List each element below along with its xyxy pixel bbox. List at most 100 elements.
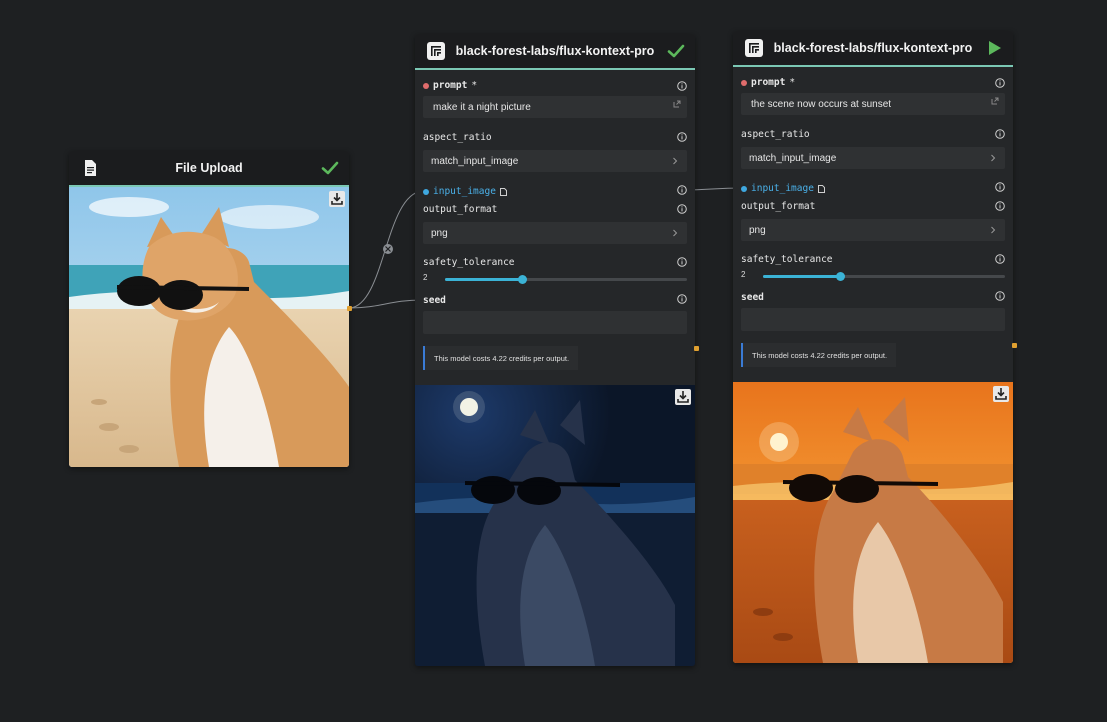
info-icon[interactable] bbox=[995, 78, 1005, 88]
info-icon[interactable] bbox=[677, 257, 687, 267]
play-icon[interactable] bbox=[985, 39, 1003, 57]
info-icon[interactable] bbox=[995, 291, 1005, 301]
file-icon bbox=[817, 184, 825, 193]
workflow-canvas[interactable]: File Upload black-forest-labs/flux-konte… bbox=[0, 0, 1107, 722]
slider-track[interactable] bbox=[763, 272, 1005, 281]
required-mark: * bbox=[471, 80, 478, 91]
slider-thumb[interactable] bbox=[836, 272, 846, 281]
replicate-logo-icon bbox=[427, 42, 445, 60]
aspect-ratio-label: aspect_ratio bbox=[741, 129, 810, 140]
prompt-label: prompt * bbox=[741, 77, 795, 88]
seed-input[interactable] bbox=[423, 311, 687, 334]
node-title: black-forest-labs/flux-kontext-pro bbox=[773, 41, 973, 55]
info-icon[interactable] bbox=[677, 132, 687, 142]
file-upload-output-port[interactable] bbox=[347, 306, 352, 311]
cat-beach-image bbox=[69, 187, 349, 467]
info-icon[interactable] bbox=[677, 294, 687, 304]
flux-node-1-header[interactable]: black-forest-labs/flux-kontext-pro bbox=[415, 34, 695, 70]
input-port-dot[interactable] bbox=[423, 188, 429, 195]
remove-connection-icon[interactable] bbox=[383, 244, 393, 254]
slider-track[interactable] bbox=[445, 275, 687, 284]
download-button[interactable] bbox=[329, 191, 345, 207]
seed-label-text: seed bbox=[741, 292, 764, 303]
output-format-select[interactable]: png bbox=[741, 219, 1005, 241]
required-dot bbox=[423, 82, 429, 89]
cost-note-text: This model costs 4.22 credits per output… bbox=[752, 350, 888, 360]
input-image-label-text: input_image bbox=[433, 186, 496, 197]
prompt-label: prompt * bbox=[423, 80, 477, 91]
output-format-label: output_format bbox=[423, 204, 497, 215]
node-title: black-forest-labs/flux-kontext-pro bbox=[455, 44, 655, 58]
cost-note: This model costs 4.22 credits per output… bbox=[423, 346, 579, 370]
aspect-ratio-select[interactable]: match_input_image bbox=[423, 150, 687, 172]
safety-tolerance-slider[interactable]: 2 bbox=[741, 270, 1005, 282]
output-format-label: output_format bbox=[741, 201, 815, 212]
flux-node-1[interactable]: black-forest-labs/flux-kontext-pro promp… bbox=[415, 34, 695, 666]
output-format-value: png bbox=[749, 224, 766, 236]
flux-node-2-output-port[interactable] bbox=[1012, 343, 1017, 348]
node-title: File Upload bbox=[175, 161, 243, 175]
flux-node-1-output-port[interactable] bbox=[694, 346, 699, 351]
prompt-input[interactable]: make it a night picture bbox=[423, 96, 687, 118]
expand-icon[interactable] bbox=[991, 97, 999, 105]
download-button[interactable] bbox=[993, 386, 1009, 402]
download-icon bbox=[995, 388, 1007, 400]
aspect-ratio-value: match_input_image bbox=[431, 155, 519, 167]
check-icon bbox=[321, 161, 339, 175]
info-icon[interactable] bbox=[995, 129, 1005, 139]
aspect-ratio-label-text: aspect_ratio bbox=[741, 129, 810, 140]
required-mark: * bbox=[789, 77, 796, 88]
cat-sunset-image bbox=[733, 382, 1013, 663]
flux-node-2-header[interactable]: black-forest-labs/flux-kontext-pro bbox=[733, 31, 1013, 67]
info-icon[interactable] bbox=[677, 204, 687, 214]
seed-label: seed bbox=[741, 292, 764, 303]
required-dot bbox=[741, 79, 747, 86]
chevron-right-icon bbox=[673, 157, 678, 165]
safety-tolerance-label: safety_tolerance bbox=[741, 254, 833, 265]
output-format-value: png bbox=[431, 227, 448, 239]
slider-value: 2 bbox=[423, 273, 428, 282]
info-icon[interactable] bbox=[995, 254, 1005, 264]
file-upload-header[interactable]: File Upload bbox=[69, 151, 349, 187]
slider-value: 2 bbox=[741, 270, 746, 279]
download-icon bbox=[677, 391, 689, 403]
slider-thumb[interactable] bbox=[518, 275, 528, 284]
replicate-logo-icon bbox=[745, 39, 763, 57]
download-button[interactable] bbox=[675, 389, 691, 405]
input-port-dot[interactable] bbox=[741, 185, 747, 192]
cost-note: This model costs 4.22 credits per output… bbox=[741, 343, 897, 367]
aspect-ratio-select[interactable]: match_input_image bbox=[741, 147, 1005, 169]
prompt-input[interactable]: the scene now occurs at sunset bbox=[741, 93, 1005, 115]
input-image-label-text: input_image bbox=[751, 183, 814, 194]
output-format-select[interactable]: png bbox=[423, 222, 687, 244]
slider-fill bbox=[445, 278, 523, 281]
input-image-label: input_image bbox=[423, 186, 507, 197]
input-image-label: input_image bbox=[741, 183, 825, 194]
seed-label: seed bbox=[423, 295, 446, 306]
flux-node-2[interactable]: black-forest-labs/flux-kontext-pro promp… bbox=[733, 31, 1013, 663]
expand-icon[interactable] bbox=[673, 100, 681, 108]
safety-tolerance-label-text: safety_tolerance bbox=[741, 254, 833, 265]
info-icon[interactable] bbox=[995, 182, 1005, 192]
cat-night-image bbox=[415, 385, 695, 666]
info-icon[interactable] bbox=[677, 81, 687, 91]
aspect-ratio-value: match_input_image bbox=[749, 152, 837, 164]
prompt-label-text: prompt bbox=[751, 77, 786, 88]
seed-label-text: seed bbox=[423, 295, 446, 306]
output-format-label-text: output_format bbox=[741, 201, 816, 212]
file-icon bbox=[499, 187, 507, 196]
chevron-right-icon bbox=[673, 229, 678, 237]
wire-upload-to-seed bbox=[349, 299, 423, 309]
safety-tolerance-slider[interactable]: 2 bbox=[423, 273, 687, 285]
download-icon bbox=[331, 193, 343, 205]
check-icon bbox=[667, 44, 685, 58]
output-format-label-text: output_format bbox=[423, 204, 498, 215]
file-upload-node[interactable]: File Upload bbox=[69, 151, 349, 467]
cost-note-text: This model costs 4.22 credits per output… bbox=[434, 353, 570, 363]
output-image bbox=[733, 382, 1013, 663]
prompt-value: make it a night picture bbox=[433, 101, 531, 113]
info-icon[interactable] bbox=[995, 201, 1005, 211]
info-icon[interactable] bbox=[677, 185, 687, 195]
prompt-value: the scene now occurs at sunset bbox=[751, 98, 892, 110]
seed-input[interactable] bbox=[741, 308, 1005, 331]
